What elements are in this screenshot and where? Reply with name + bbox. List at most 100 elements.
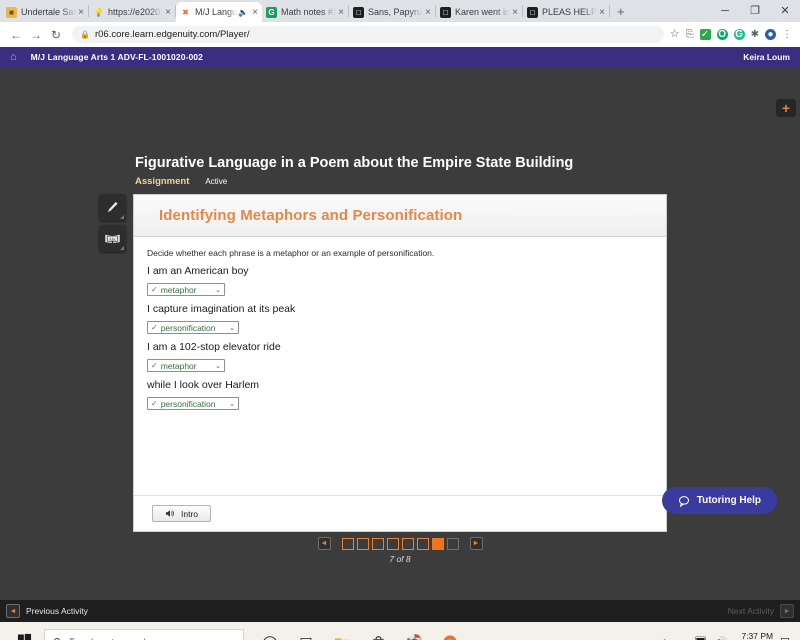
- clock[interactable]: 7:37 PM 1/22/2021: [735, 630, 773, 640]
- close-icon[interactable]: ×: [78, 7, 84, 18]
- page-box-4[interactable]: [386, 537, 399, 550]
- onedrive-cloud-icon[interactable]: ☁: [676, 636, 687, 640]
- profile-avatar-icon[interactable]: ●: [765, 29, 776, 40]
- home-icon[interactable]: ⌂: [10, 51, 17, 63]
- doc-icon: □: [527, 6, 538, 18]
- network-icon[interactable]: 🖥: [694, 636, 708, 640]
- browser-tab-0[interactable]: ■ Undertale Sans ×: [2, 2, 88, 22]
- bookmark-star-icon[interactable]: ☆: [670, 29, 680, 40]
- back-icon[interactable]: ←: [6, 28, 26, 42]
- checkmark-extension-icon[interactable]: ✓: [699, 29, 711, 40]
- microsoft-store-icon[interactable]: [360, 623, 396, 640]
- pagination-prev-button[interactable]: ◄: [317, 537, 331, 550]
- activity-nav-bar: ◄ Previous Activity Next Activity ►: [0, 600, 800, 622]
- chevron-down-icon: ⌄: [229, 324, 235, 332]
- intro-button-label: Intro: [181, 508, 199, 519]
- pagination-next-button[interactable]: ►: [469, 537, 483, 550]
- chrome-icon[interactable]: [396, 623, 432, 640]
- answer-dropdown-2[interactable]: ✓ metaphor ⌄: [147, 359, 225, 372]
- browser-tab-2-active[interactable]: ✖ M/J Langua 🔈 ×: [176, 2, 262, 22]
- answer-dropdown-3[interactable]: ✓ personification ⌄: [147, 397, 239, 410]
- close-icon[interactable]: ×: [252, 7, 258, 18]
- tab-title: Math notes #2: [281, 7, 337, 17]
- store-bag-icon: [372, 635, 384, 640]
- search-icon: ⚲: [53, 636, 61, 640]
- taskbar-search-input[interactable]: ⚲ Type here to search: [44, 628, 244, 640]
- new-tab-button[interactable]: +: [610, 4, 632, 19]
- minimize-icon[interactable]: ─: [710, 0, 740, 22]
- opera-extension-icon[interactable]: O: [716, 29, 728, 40]
- pagination-label: 7 of 8: [389, 554, 411, 564]
- page-box-5[interactable]: [401, 537, 414, 550]
- answer-dropdown-0[interactable]: ✓ metaphor ⌄: [147, 283, 225, 296]
- close-icon[interactable]: ×: [512, 7, 518, 18]
- tutoring-help-button[interactable]: Tutoring Help: [661, 487, 777, 514]
- firefox-icon[interactable]: [432, 623, 468, 640]
- start-button[interactable]: [4, 633, 44, 640]
- puzzle-extension-icon[interactable]: ✱: [751, 29, 759, 40]
- page-box-3[interactable]: [371, 537, 384, 550]
- address-bar[interactable]: 🔒 r06.core.learn.edgenuity.com/Player/: [72, 26, 664, 43]
- grammarly-extension-icon[interactable]: G: [733, 29, 745, 40]
- chrome-logo-icon: [406, 633, 422, 640]
- tool-rail: Abc: [99, 194, 126, 252]
- glossary-tool-button[interactable]: Abc: [99, 225, 126, 252]
- page-box-2[interactable]: [356, 537, 369, 550]
- cortana-icon[interactable]: ◯: [252, 623, 288, 640]
- close-icon[interactable]: ×: [338, 7, 344, 18]
- tool-expand-corner: [120, 215, 124, 219]
- phrase-text-2: I am a 102-stop elevator ride: [147, 341, 281, 353]
- next-arrow-icon: ►: [780, 604, 794, 618]
- status-badge: Active: [205, 177, 228, 186]
- pencil-tool-button[interactable]: [99, 194, 126, 221]
- app-body: + Figurative Language in a Poem about th…: [0, 67, 800, 600]
- intro-audio-button[interactable]: Intro: [152, 505, 212, 522]
- pencil-icon: [106, 200, 119, 214]
- browser-tab-3[interactable]: G Math notes #2 ×: [262, 2, 348, 22]
- course-code-label: M/J Language Arts 1 ADV-FL-1001020-002: [30, 52, 203, 62]
- forward-icon[interactable]: →: [26, 28, 46, 42]
- close-icon[interactable]: ×: [165, 7, 171, 18]
- bag-icon: ■: [6, 6, 17, 18]
- chevron-down-icon: ⌄: [229, 400, 235, 408]
- task-view-icon[interactable]: ▤: [288, 623, 324, 640]
- browser-tab-5[interactable]: □ Karen went into ×: [436, 2, 522, 22]
- browser-tab-1[interactable]: 💡 https://e2020.g ×: [89, 2, 175, 22]
- answer-value: metaphor: [160, 360, 197, 371]
- chrome-menu-icon[interactable]: ⋮: [782, 29, 792, 40]
- tool-expand-corner: [120, 246, 124, 250]
- check-icon: ✓: [151, 285, 158, 294]
- window-close-icon[interactable]: ✕: [770, 0, 800, 22]
- tray-chevron-icon[interactable]: ∧: [661, 636, 669, 640]
- bulb-icon: 💡: [93, 7, 104, 17]
- previous-activity-button[interactable]: ◄ Previous Activity: [6, 604, 88, 618]
- speaker-icon: [165, 510, 174, 517]
- page-box-6[interactable]: [416, 537, 429, 550]
- svg-text:Abc: Abc: [109, 236, 117, 241]
- user-name-label[interactable]: Keira Loum: [743, 52, 790, 62]
- browser-tab-strip: ■ Undertale Sans × 💡 https://e2020.g × ✖…: [0, 0, 800, 22]
- add-note-button[interactable]: +: [776, 99, 796, 117]
- tab-title: Karen went into: [455, 7, 511, 17]
- maximize-icon[interactable]: ❐: [740, 0, 770, 22]
- browser-tab-6[interactable]: □ PLEAS HELP ME ×: [523, 2, 609, 22]
- tab-mute-icon[interactable]: 🔈: [238, 8, 248, 17]
- reload-icon[interactable]: ↻: [46, 28, 66, 42]
- page-box-1[interactable]: [341, 537, 354, 550]
- notification-center-icon[interactable]: ☐: [780, 636, 790, 640]
- page-box-8-locked: [446, 537, 459, 550]
- lesson-type-label: Assignment: [135, 176, 190, 187]
- card-heading: Identifying Metaphors and Personificatio…: [159, 207, 463, 224]
- answer-dropdown-1[interactable]: ✓ personification ⌄: [147, 321, 239, 334]
- close-icon[interactable]: ×: [599, 7, 605, 18]
- file-explorer-icon[interactable]: [324, 623, 360, 640]
- pagination: ◄ ► 7 of 8: [0, 537, 800, 564]
- close-icon[interactable]: ×: [425, 7, 431, 18]
- magnifier-extension-icon[interactable]: ⎘: [686, 29, 694, 40]
- check-icon: ✓: [151, 323, 158, 332]
- browser-tab-4[interactable]: □ Sans, Papyrus, F ×: [349, 2, 435, 22]
- url-text: r06.core.learn.edgenuity.com/Player/: [94, 29, 250, 40]
- page-box-7-current[interactable]: [431, 537, 444, 550]
- volume-icon[interactable]: 🔊: [715, 636, 729, 640]
- phrase-text-3: while I look over Harlem: [147, 379, 260, 391]
